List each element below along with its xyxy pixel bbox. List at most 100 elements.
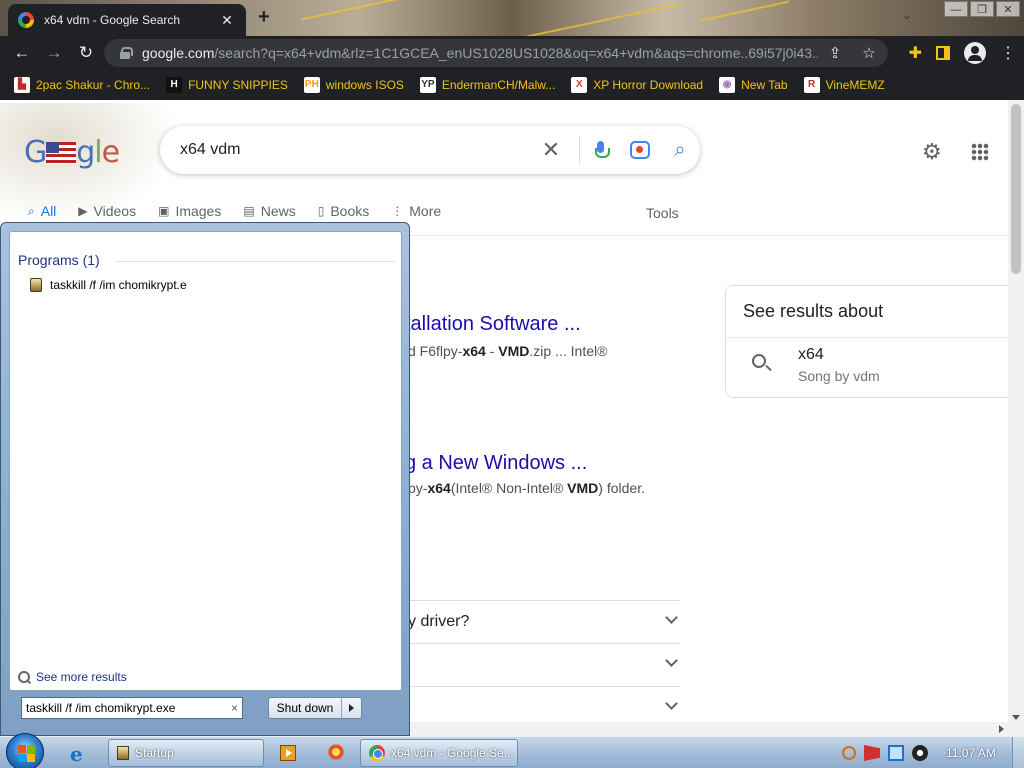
- flag-tray-icon[interactable]: [864, 745, 880, 761]
- wallpaper-streak: [521, 3, 679, 36]
- bookmark-label: windows ISOS: [325, 78, 404, 92]
- chevron-down-icon[interactable]: [665, 697, 678, 710]
- tab-label: Books: [330, 203, 370, 219]
- scroll-right-arrow-icon[interactable]: [999, 725, 1004, 733]
- system-tray: [842, 745, 928, 761]
- window-controls: — ❐ ✕: [944, 1, 1020, 17]
- program-result-item[interactable]: taskkill /f /im chomikrypt.e: [30, 278, 187, 292]
- shut-down-label: Shut down: [276, 701, 334, 715]
- clear-search-icon[interactable]: ✕: [531, 137, 571, 163]
- see-more-results-link[interactable]: See more results: [18, 670, 127, 684]
- bookmarks-bar: ▙ 2pac Shakur - Chro... H FUNNY SNIPPIES PH w…: [0, 70, 1024, 100]
- reload-icon[interactable]: ↻: [70, 43, 102, 63]
- tab-videos[interactable]: ▶ Videos: [78, 203, 136, 219]
- bookmark-label: EndermanCH/Malw...: [441, 78, 556, 92]
- google-lens-camera-icon[interactable]: [630, 141, 650, 159]
- bookmark-item[interactable]: YP EndermanCH/Malw...: [419, 77, 556, 93]
- new-tab-button[interactable]: +: [258, 6, 270, 29]
- chrome-menu-icon[interactable]: ⋮: [1000, 43, 1016, 63]
- maximize-button[interactable]: ❐: [970, 1, 994, 17]
- search-input[interactable]: x64 vdm: [180, 141, 531, 159]
- taskbar-startup-button[interactable]: Startup: [108, 739, 264, 767]
- clear-search-icon[interactable]: ×: [231, 701, 238, 715]
- share-icon[interactable]: ⇪: [818, 44, 852, 62]
- start-search-value[interactable]: taskkill /f /im chomikrypt.exe: [26, 701, 231, 715]
- minimize-button[interactable]: —: [944, 1, 968, 17]
- shutdown-options-arrow-icon[interactable]: [341, 698, 361, 718]
- taskbar-chrome-button[interactable]: x64 vdm - Google Se...: [360, 739, 518, 767]
- start-search-input[interactable]: taskkill /f /im chomikrypt.exe ×: [21, 697, 243, 719]
- address-bar[interactable]: google.com/search?q=x64+vdm&rlz=1C1GCEA_…: [104, 39, 888, 67]
- shut-down-button[interactable]: Shut down: [268, 697, 362, 719]
- tab-all[interactable]: ⌕ All: [28, 203, 56, 219]
- wallpaper-streak: [301, 0, 419, 21]
- extensions-puzzle-icon[interactable]: ✚: [909, 43, 922, 63]
- search-divider: [579, 136, 580, 164]
- taskbar-button-label: x64 vdm - Google Se...: [391, 746, 514, 760]
- settings-gear-icon[interactable]: ⚙: [922, 139, 942, 165]
- entity-subtitle: Song by vdm: [798, 368, 880, 384]
- url-text[interactable]: google.com/search?q=x64+vdm&rlz=1C1GCEA_…: [142, 45, 818, 61]
- tab-news[interactable]: ▤ News: [243, 203, 295, 219]
- tab-close-icon[interactable]: ✕: [218, 12, 236, 29]
- media-player-icon[interactable]: [280, 745, 296, 761]
- back-arrow-icon[interactable]: ←: [6, 43, 38, 63]
- result-snippet-1: d F6flpy-x64 - VMD.zip ... Intel®: [408, 343, 608, 359]
- videos-tab-icon: ▶: [78, 204, 88, 218]
- taskbar-clock[interactable]: 11:07 AM: [946, 746, 996, 760]
- bookmark-item[interactable]: ▙ 2pac Shakur - Chro...: [14, 77, 150, 93]
- lock-icon[interactable]: [120, 47, 133, 59]
- start-menu-results-pane: Programs (1) taskkill /f /im chomikrypt.…: [9, 231, 402, 691]
- forward-arrow-icon[interactable]: →: [38, 43, 70, 63]
- tab-more[interactable]: ⋮ More: [391, 203, 441, 219]
- tools-button[interactable]: Tools: [646, 205, 679, 221]
- profile-avatar-icon[interactable]: [964, 42, 986, 64]
- windows-taskbar: e Startup x64 vdm - Google Se... 11:07 A…: [0, 733, 1024, 768]
- chevron-down-icon[interactable]: [665, 611, 678, 624]
- side-panel-icon[interactable]: [936, 46, 950, 60]
- voice-search-mic-icon[interactable]: [594, 139, 610, 161]
- browser-toolbar: ← → ↻ google.com/search?q=x64+vdm&rlz=1C…: [0, 36, 1024, 70]
- scroll-down-arrow-icon[interactable]: [1012, 715, 1020, 720]
- search-magnifier-icon[interactable]: ⌕: [660, 139, 700, 162]
- scrollbar-thumb[interactable]: [1011, 104, 1021, 274]
- bookmark-item[interactable]: R VineMEMZ: [803, 77, 885, 93]
- tab-title: x64 vdm - Google Search: [44, 13, 181, 27]
- h-logo-icon: H: [166, 77, 183, 93]
- bookmark-label: New Tab: [741, 78, 788, 92]
- speaker-tray-icon[interactable]: [912, 745, 928, 761]
- result-title-2[interactable]: g a New Windows ...: [405, 452, 587, 475]
- google-apps-grid-icon[interactable]: [971, 143, 989, 161]
- programs-header: Programs (1): [18, 252, 100, 268]
- panel-title: See results about: [743, 301, 884, 321]
- windows-logo-icon: [18, 745, 26, 753]
- start-orb-button[interactable]: [6, 733, 44, 768]
- tab-books[interactable]: ▯ Books: [318, 203, 370, 219]
- tab-search-chevron-icon[interactable]: ⌄: [902, 8, 912, 22]
- bookmark-label: VineMEMZ: [825, 78, 885, 92]
- display-tray-icon[interactable]: [888, 745, 904, 761]
- bookmark-item[interactable]: ◉ New Tab: [719, 77, 788, 93]
- bookmark-star-icon[interactable]: ☆: [852, 44, 886, 62]
- images-tab-icon: ▣: [158, 204, 170, 218]
- flower-app-icon[interactable]: [327, 743, 345, 761]
- paa-question: y driver?: [408, 613, 470, 630]
- chevron-down-icon[interactable]: [665, 654, 678, 667]
- internet-explorer-icon[interactable]: e: [70, 742, 83, 766]
- entity-name-link[interactable]: x64: [798, 346, 824, 364]
- bookmark-item[interactable]: PH windows ISOS: [303, 77, 404, 93]
- taskbar-button-label: Startup: [135, 746, 174, 760]
- result-title-1[interactable]: tallation Software ...: [405, 313, 581, 336]
- show-desktop-button[interactable]: [1012, 737, 1024, 768]
- browser-tab-active[interactable]: x64 vdm - Google Search ✕: [8, 4, 246, 36]
- bookmark-item[interactable]: X XP Horror Download: [571, 77, 703, 93]
- tab-label: Videos: [93, 203, 137, 219]
- search-box[interactable]: x64 vdm ✕ ⌕: [160, 126, 700, 174]
- close-window-button[interactable]: ✕: [996, 1, 1020, 17]
- search-tray-icon[interactable]: [842, 746, 856, 760]
- page-vertical-scrollbar[interactable]: [1008, 100, 1024, 722]
- tab-images[interactable]: ▣ Images: [158, 203, 221, 219]
- bookmark-item[interactable]: H FUNNY SNIPPIES: [166, 77, 288, 93]
- google-logo[interactable]: Ggle: [24, 135, 120, 170]
- r-logo-icon: R: [803, 77, 820, 93]
